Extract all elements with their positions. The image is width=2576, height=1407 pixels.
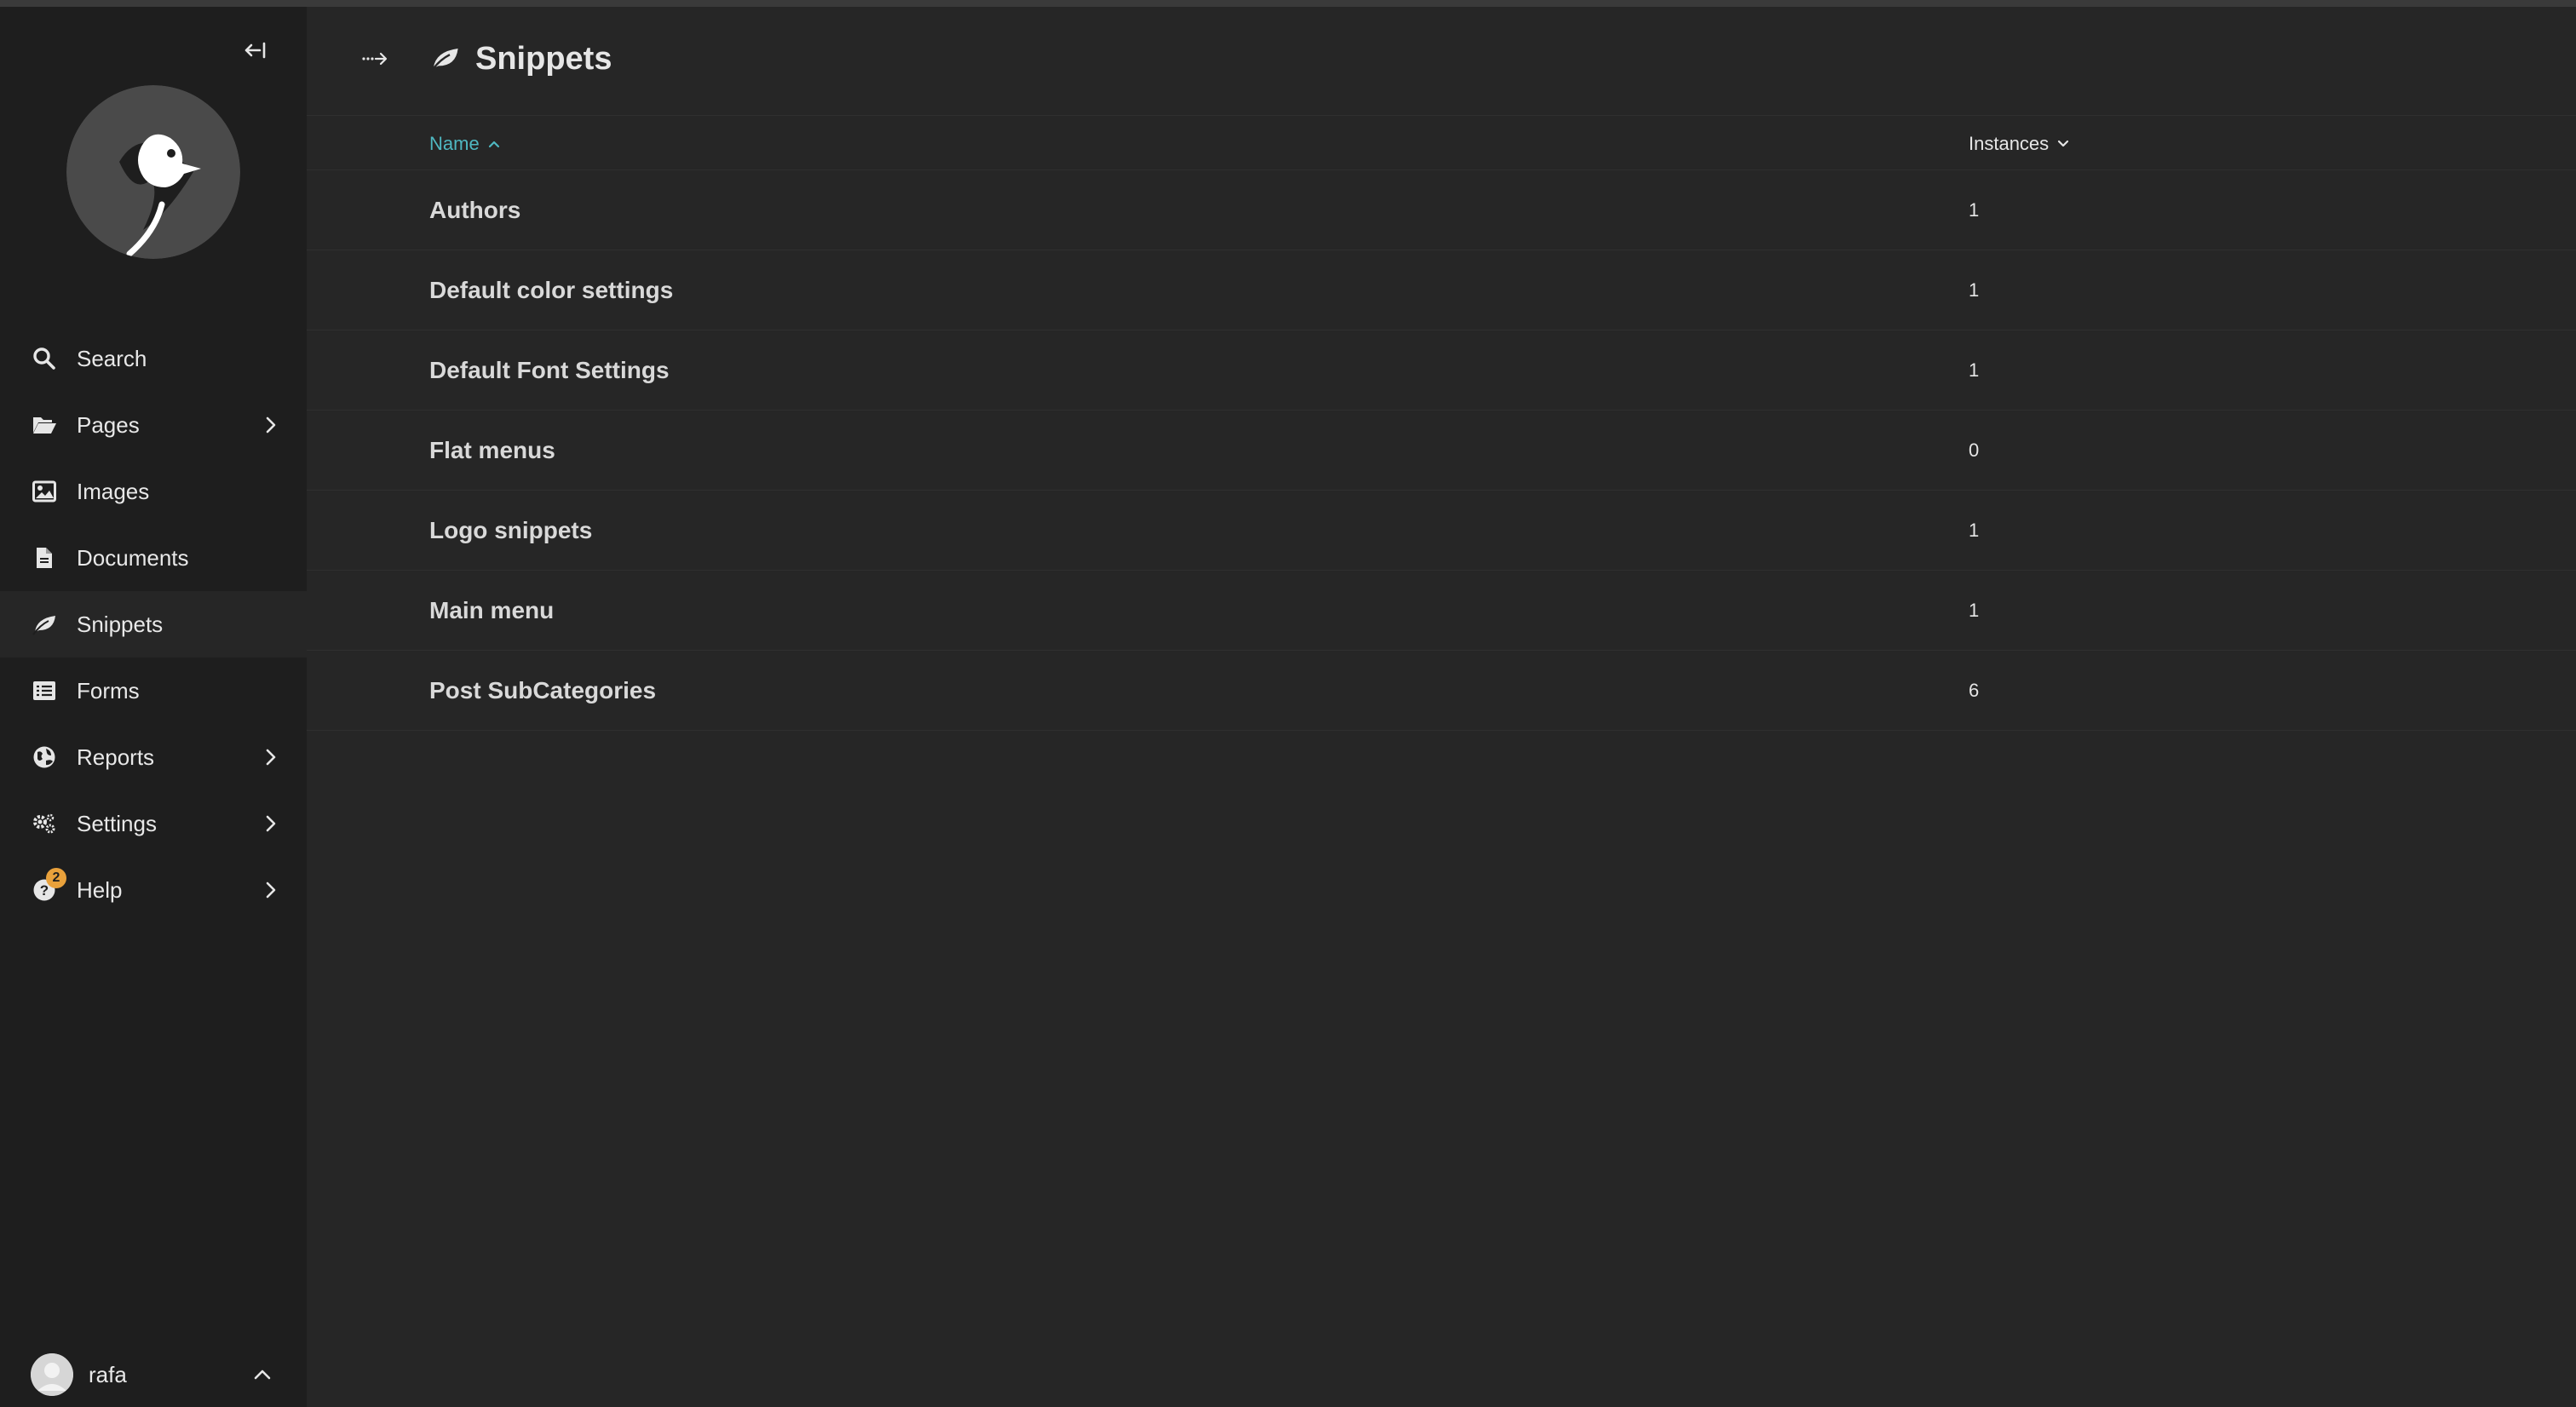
globe-icon [31,744,58,771]
sidebar-item-label: Documents [77,544,189,571]
chevron-right-icon [261,415,281,435]
cogs-icon [31,810,58,837]
account-menu-toggle[interactable]: rafa [0,1344,307,1405]
instance-count: 0 [1969,439,1980,461]
image-icon [31,478,58,505]
sidebar-item-label: Pages [77,411,140,438]
sidebar-item-label: Help [77,876,123,903]
collapse-left-icon [244,42,266,59]
folder-open-icon [31,411,58,439]
snippet-link[interactable]: Flat menus [429,437,555,464]
sort-descending-icon [2056,136,2071,152]
instance-count: 1 [1969,199,1980,221]
page-title-group: Snippets [429,37,612,80]
sidebar-item-label: Reports [77,744,155,770]
chevron-up-icon [252,1364,273,1385]
window-top-border [0,0,2576,7]
instance-count: 6 [1969,680,1980,701]
document-icon [31,544,58,571]
avatar [31,1353,73,1396]
sidebar: Search Pages Images Documents Snippets F… [0,7,307,1407]
snippet-link[interactable]: Logo snippets [429,517,592,544]
page-header: Snippets [307,7,2576,116]
sidebar-item-forms[interactable]: Forms [0,658,307,724]
table-row: Authors 1 [307,170,2576,250]
sidebar-item-snippets[interactable]: Snippets [0,591,307,658]
breadcrumb-expand-icon [362,52,388,66]
snippet-icon [31,611,58,638]
table-row: Main menu 1 [307,571,2576,651]
table-row: Logo snippets 1 [307,491,2576,571]
main-content: Snippets Name Instances Authors 1 Defaul… [307,7,2576,1407]
help-icon: ? 2 [31,868,66,904]
chevron-right-icon [261,880,281,900]
page-title: Snippets [475,40,612,77]
sidebar-item-images[interactable]: Images [0,458,307,525]
snippet-link[interactable]: Post SubCategories [429,677,656,704]
snippets-table: Name Instances Authors 1 Default color s… [307,116,2576,731]
instance-count: 1 [1969,279,1980,301]
svg-text:?: ? [40,882,49,899]
sidebar-item-pages[interactable]: Pages [0,392,307,458]
chevron-right-icon [261,747,281,767]
sidebar-item-label: Images [77,478,150,504]
bird-logo-icon [66,85,240,259]
breadcrumb-toggle-button[interactable] [358,46,392,72]
table-row: Default Font Settings 1 [307,330,2576,411]
column-header-label: Instances [1969,133,2050,154]
user-avatar-icon [31,1353,73,1396]
snippet-link[interactable]: Authors [429,197,520,224]
table-row: Flat menus 0 [307,411,2576,491]
column-header-label: Name [429,133,480,154]
sidebar-item-label: Snippets [77,611,164,637]
sidebar-item-reports[interactable]: Reports [0,724,307,790]
table-row: Default color settings 1 [307,250,2576,330]
sidebar-item-label: Forms [77,677,140,704]
search-icon [31,345,58,372]
sidebar-item-label: Settings [77,810,157,836]
sidebar-item-settings[interactable]: Settings [0,790,307,857]
sidebar-item-documents[interactable]: Documents [0,525,307,591]
sort-ascending-icon [486,136,502,152]
column-header-instances[interactable]: Instances [1969,133,2071,155]
snippet-icon [429,43,460,74]
instance-count: 1 [1969,600,1980,621]
chevron-right-icon [261,813,281,834]
instance-count: 1 [1969,359,1980,381]
account-username: rafa [89,1361,127,1387]
snippet-link[interactable]: Default color settings [429,277,673,304]
sidebar-item-help[interactable]: ? 2 Help [0,857,307,923]
snippet-link[interactable]: Main menu [429,597,554,624]
notification-badge: 2 [46,868,66,888]
column-header-name[interactable]: Name [429,133,502,155]
collapse-sidebar-button[interactable] [237,32,273,68]
sidebar-item-search[interactable]: Search [0,325,307,392]
instance-count: 1 [1969,520,1980,541]
table-header: Name Instances [307,116,2576,170]
sidebar-item-label: Search [77,345,147,371]
table-row: Post SubCategories 6 [307,651,2576,731]
list-icon [31,677,58,704]
snippet-link[interactable]: Default Font Settings [429,357,670,384]
wagtail-logo[interactable] [66,85,240,259]
main-navigation: Search Pages Images Documents Snippets F… [0,325,307,923]
